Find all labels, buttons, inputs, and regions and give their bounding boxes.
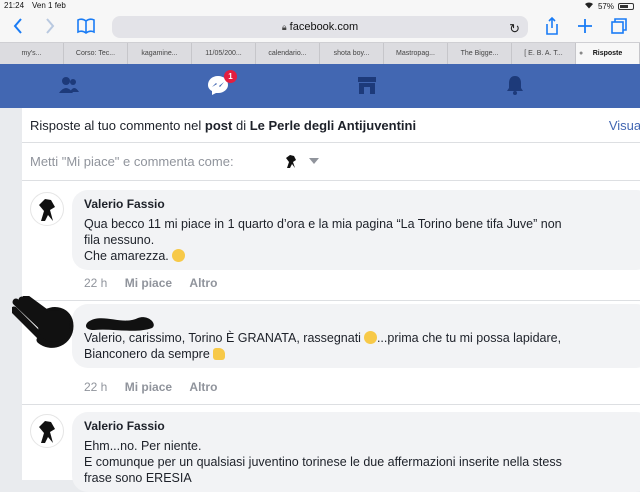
tabs-overview-icon[interactable]: [610, 16, 628, 40]
browser-tab[interactable]: The Bigge...: [448, 43, 512, 64]
new-tab-icon[interactable]: [576, 16, 594, 40]
browser-tab[interactable]: [ E. B. A. T...: [512, 43, 576, 64]
thread-header: Risposte al tuo commento nel post di Le …: [30, 118, 417, 133]
wifi-icon: [584, 1, 594, 11]
divider: [22, 404, 640, 405]
post-link[interactable]: post: [205, 118, 232, 133]
messenger-badge: 1: [224, 70, 237, 83]
comment-time: 22 h: [84, 276, 108, 290]
url-text: facebook.com: [289, 21, 359, 33]
bookmarks-icon[interactable]: [76, 16, 96, 40]
winking-emoji-icon: [363, 331, 377, 344]
comment-bubble: Valerio Fassio Qua becco 11 mi piace in …: [72, 190, 640, 270]
comment-author[interactable]: Valerio Fassio: [84, 418, 640, 434]
forward-icon[interactable]: [44, 16, 56, 40]
back-icon[interactable]: [12, 16, 24, 40]
facebook-nav-bar: [0, 64, 640, 108]
more-button[interactable]: Altro: [189, 380, 217, 394]
divider: [22, 142, 640, 143]
identity-avatar[interactable]: [280, 150, 302, 172]
lock-icon: 🔒︎: [281, 22, 287, 32]
comment-actions: 22 h Mi piace Altro: [84, 276, 231, 290]
browser-tab[interactable]: Mastropag...: [384, 43, 448, 64]
close-tab-icon[interactable]: ●: [579, 43, 583, 64]
comment-bubble: Valerio Fassio Ehm...no. Per niente. E c…: [72, 412, 640, 492]
like-button[interactable]: Mi piace: [125, 380, 172, 394]
redaction-scribble: [12, 296, 154, 348]
browser-tab[interactable]: 11/05/200...: [192, 43, 256, 64]
comment-time: 22 h: [84, 380, 108, 394]
battery-percent: 57%: [597, 1, 614, 11]
divider: [22, 180, 640, 181]
comments-panel: Risposte al tuo commento nel post di Le …: [22, 108, 640, 492]
status-date: Ven 1 feb: [32, 1, 66, 10]
comment-author[interactable]: Valerio Fassio: [84, 196, 640, 212]
browser-tab[interactable]: kagamine...: [128, 43, 192, 64]
browser-tab-active[interactable]: ● Risposte: [576, 43, 640, 64]
friend-requests-icon[interactable]: [58, 74, 80, 101]
browser-tab[interactable]: shota boy...: [320, 43, 384, 64]
status-bar: 21:24 Ven 1 feb 57%: [0, 0, 640, 12]
like-button[interactable]: Mi piace: [125, 276, 172, 290]
page-name-link[interactable]: Le Perle degli Antijuventini: [250, 118, 416, 133]
address-bar[interactable]: 🔒︎ facebook.com ↻: [112, 16, 528, 38]
marketplace-icon[interactable]: [356, 74, 378, 101]
chevron-down-icon[interactable]: [309, 158, 319, 164]
status-time: 21:24: [4, 1, 25, 10]
comment-as-label: Metti "Mi piace" e commenta come:: [30, 154, 234, 169]
browser-toolbar: 🔒︎ facebook.com ↻: [0, 12, 640, 42]
frowning-emoji-icon: [171, 249, 185, 262]
browser-tab[interactable]: Corso: Tec...: [64, 43, 128, 64]
avatar[interactable]: [30, 192, 64, 226]
battery-icon: [618, 2, 634, 10]
view-link[interactable]: Visual: [609, 118, 640, 133]
notifications-bell-icon[interactable]: [504, 74, 526, 101]
browser-tab[interactable]: calendario...: [256, 43, 320, 64]
comment-actions: 22 h Mi piace Altro: [84, 380, 231, 394]
more-button[interactable]: Altro: [189, 276, 217, 290]
avatar[interactable]: [30, 414, 64, 448]
share-icon[interactable]: [544, 16, 560, 40]
thumbs-up-emoji-icon: [212, 348, 225, 360]
tab-strip: my's... Corso: Tec... kagamine... 11/05/…: [0, 42, 640, 64]
reload-icon[interactable]: ↻: [509, 18, 520, 40]
comment-author[interactable]: [84, 310, 640, 326]
browser-tab[interactable]: my's...: [0, 43, 64, 64]
